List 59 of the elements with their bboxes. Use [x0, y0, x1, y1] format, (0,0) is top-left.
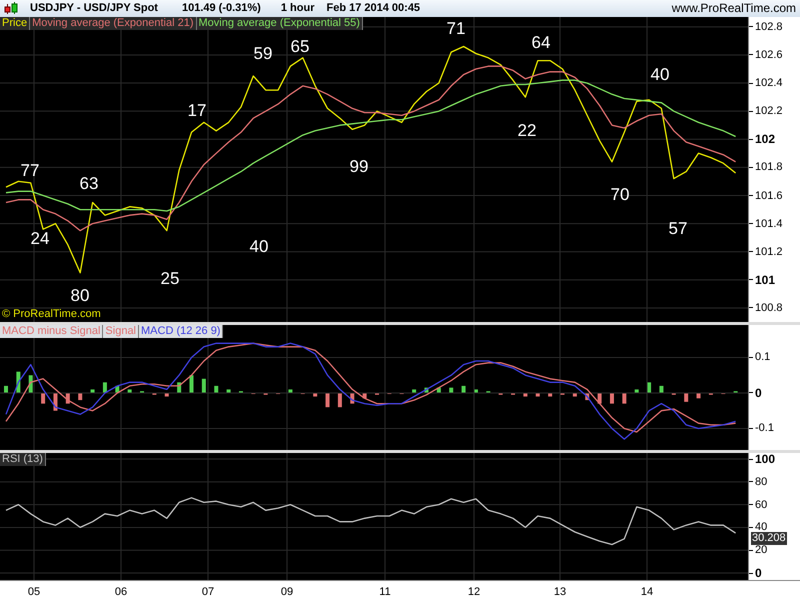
axis-label: 06 — [114, 585, 128, 600]
current-value-label: 30.208 — [751, 532, 787, 545]
price-annotation: 65 — [290, 38, 310, 56]
price-annotation: 80 — [70, 287, 90, 305]
axis-label: 101.8 — [755, 161, 783, 174]
axis-label: 09 — [280, 585, 294, 600]
date-time: Feb 17 2014 00:45 — [326, 1, 420, 16]
price-annotation: 99 — [350, 158, 368, 176]
axis-label: 60 — [755, 498, 768, 511]
price-change: 101.49 (-0.31%) — [182, 1, 261, 16]
legend-label: Moving average (Exponential 55) — [196, 17, 363, 30]
axis-label: -0.1 — [755, 422, 774, 434]
axis-label: 0 — [755, 386, 762, 399]
price-annotation: 64 — [532, 34, 550, 52]
price-annotation: 63 — [80, 175, 98, 193]
price-annotation: 77 — [20, 162, 40, 180]
axis-label: 05 — [28, 585, 40, 600]
legend-label: MACD (12 26 9) — [139, 325, 224, 338]
axis-label: 102.4 — [755, 77, 783, 90]
legend-label: MACD minus Signal — [0, 325, 104, 338]
axis-label: 11 — [379, 585, 391, 600]
price-annotation: 25 — [160, 270, 180, 288]
price-annotation: 22 — [518, 122, 536, 140]
candlestick-icon — [4, 2, 18, 15]
price-annotation: 70 — [610, 186, 630, 204]
axis-label: 14 — [640, 585, 654, 600]
symbol-name: USDJPY - USD/JPY Spot — [30, 1, 158, 16]
axis-label: 0 — [755, 567, 762, 580]
axis-label: 0.1 — [755, 351, 770, 364]
axis-label: 40 — [755, 521, 768, 534]
interval-label: 1 hour — [280, 1, 314, 16]
price-annotation: 40 — [250, 238, 268, 256]
legend-label: Moving average (Exponential 21) — [30, 17, 196, 30]
price-annotation: 40 — [650, 66, 670, 84]
axis-label: 102.6 — [755, 48, 783, 61]
legend-label: Price — [0, 17, 30, 30]
price-annotation: 59 — [254, 45, 272, 63]
axis-label: 102.8 — [755, 20, 783, 33]
axis-label: 101.4 — [755, 218, 783, 230]
axis-label: 101 — [755, 274, 776, 286]
axis-label: 20 — [755, 544, 768, 556]
price-annotation: 24 — [30, 230, 50, 248]
website-url: www.ProRealTime.com — [672, 0, 796, 17]
axis-label: 101.2 — [755, 246, 783, 258]
price-annotation: 17 — [188, 102, 206, 120]
axis-label: 102 — [755, 133, 776, 146]
axis-label: 13 — [554, 585, 566, 600]
legend-label: Signal — [103, 325, 139, 338]
price-annotation: 71 — [446, 20, 466, 38]
axis-label: 80 — [755, 476, 768, 488]
axis-label: 07 — [202, 585, 214, 600]
axis-label: 12 — [468, 585, 480, 600]
copyright-text: © ProRealTime.com — [2, 308, 101, 321]
axis-label: 101.6 — [755, 190, 783, 202]
axis-label: 100 — [755, 453, 776, 466]
axis-label: 102.2 — [755, 105, 783, 118]
price-annotation: 57 — [668, 220, 688, 238]
axis-label: 100.8 — [755, 302, 783, 314]
legend-label: RSI (13) — [0, 453, 46, 466]
